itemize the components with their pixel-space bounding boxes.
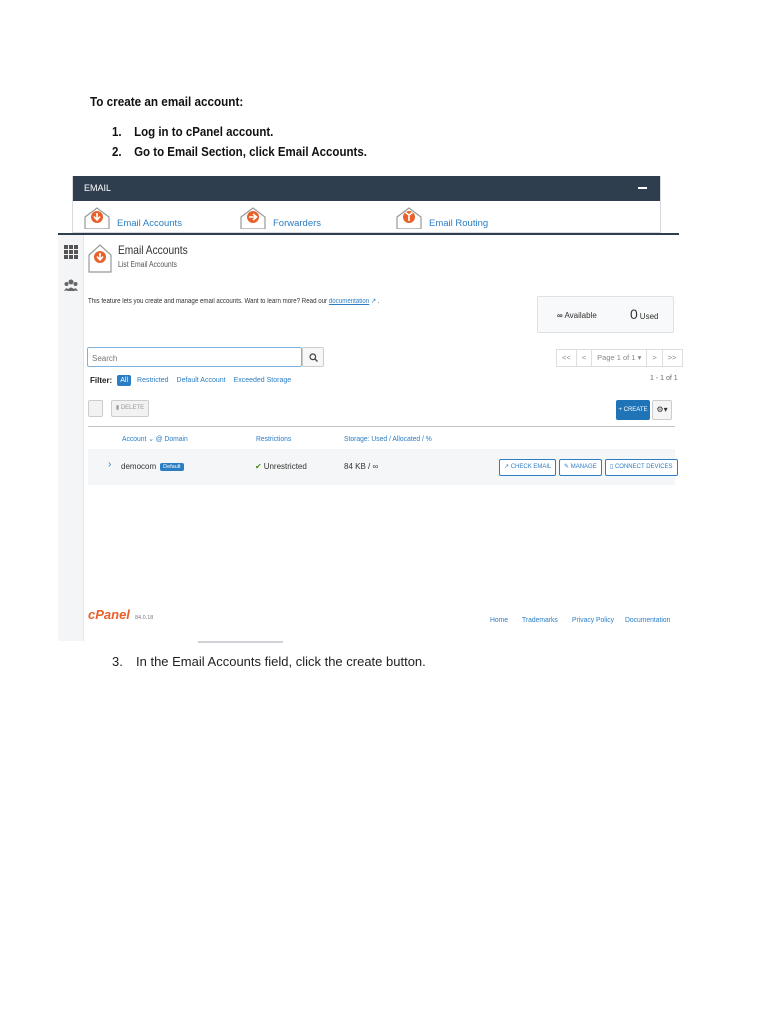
connect-devices-button[interactable]: ▯ CONNECT DEVICES bbox=[605, 459, 678, 476]
account-name: democom Default bbox=[121, 462, 184, 471]
tool-email-accounts[interactable]: Email Accounts bbox=[83, 207, 182, 229]
tool-label: Email Routing bbox=[429, 218, 489, 229]
cpanel-screenshot: Email Accounts List Email Accounts This … bbox=[58, 233, 683, 643]
pagination: << < Page 1 of 1 ▾ > >> bbox=[556, 349, 683, 367]
check-icon: ✔ bbox=[255, 462, 262, 471]
column-account[interactable]: Account ⌄ @ Domain bbox=[122, 434, 188, 443]
tool-label: Forwarders bbox=[273, 218, 322, 229]
available-stat: ∞ Available bbox=[557, 311, 597, 320]
default-badge: Default bbox=[160, 462, 184, 471]
external-link-icon: ↗ bbox=[369, 298, 377, 305]
forwarders-icon bbox=[240, 207, 266, 229]
filter-bar: Filter: All Restricted Default Account E… bbox=[90, 375, 299, 386]
search-field[interactable] bbox=[87, 347, 302, 368]
page-select[interactable]: Page 1 of 1 ▾ bbox=[591, 349, 648, 367]
storage-value: 84 KB / ∞ bbox=[344, 462, 379, 471]
tool-email-routing[interactable]: Email Routing bbox=[395, 207, 488, 229]
feature-description: This feature lets you create and manage … bbox=[88, 298, 380, 305]
wrench-icon: ✎ bbox=[564, 464, 571, 470]
expand-chevron-icon[interactable]: › bbox=[108, 459, 111, 470]
prev-page-button[interactable]: < bbox=[575, 349, 593, 367]
list-item: 2. Go to Email Section, click Email Accou… bbox=[112, 145, 367, 159]
email-accounts-icon bbox=[88, 244, 112, 273]
manage-button[interactable]: ✎ MANAGE bbox=[559, 459, 602, 476]
external-link-icon: ↗ bbox=[504, 464, 511, 470]
list-item: 1. Log in to cPanel account. bbox=[112, 125, 274, 139]
left-sidebar bbox=[58, 235, 84, 641]
users-icon[interactable] bbox=[64, 278, 78, 292]
column-restrictions[interactable]: Restrictions bbox=[256, 434, 291, 443]
restrictions-value: ✔ Unrestricted bbox=[255, 462, 307, 471]
table-row[interactable]: › democom Default ✔ Unrestricted 84 KB / ∞… bbox=[88, 449, 678, 485]
email-routing-icon bbox=[396, 207, 422, 229]
filter-restricted[interactable]: Restricted bbox=[137, 377, 169, 384]
last-page-button[interactable]: >> bbox=[661, 349, 683, 367]
results-count: 1 - 1 of 1 bbox=[650, 375, 678, 382]
footer-trademarks-link[interactable]: Trademarks bbox=[522, 615, 558, 624]
instruction-list: 1. Log in to cPanel account. 2. Go to Emai… bbox=[112, 122, 389, 162]
email-tools: Email Accounts Forwarders Email Routing bbox=[73, 201, 660, 232]
email-section-panel: EMAIL Email Accounts Forwarders Email Ro… bbox=[72, 176, 661, 233]
filter-label: Filter: bbox=[90, 376, 113, 385]
search-input[interactable] bbox=[88, 349, 284, 368]
settings-dropdown[interactable]: ⚙▾ bbox=[652, 400, 672, 420]
email-section-header[interactable]: EMAIL bbox=[73, 176, 660, 201]
page-subtitle: List Email Accounts bbox=[118, 260, 177, 269]
used-stat: 0 Used bbox=[630, 306, 659, 322]
tool-forwarders[interactable]: Forwarders bbox=[239, 207, 321, 229]
divider bbox=[198, 641, 283, 643]
grid-icon[interactable] bbox=[64, 245, 78, 259]
check-email-button[interactable]: ↗ CHECK EMAIL bbox=[499, 459, 557, 476]
page-header: Email Accounts List Email Accounts bbox=[88, 243, 200, 273]
stats-box: ∞ Available 0 Used bbox=[537, 296, 674, 333]
documentation-link[interactable]: documentation bbox=[329, 298, 369, 305]
tool-label: Email Accounts bbox=[117, 218, 182, 229]
filter-exceeded-storage[interactable]: Exceeded Storage bbox=[234, 377, 292, 384]
filter-all[interactable]: All bbox=[117, 375, 132, 386]
collapse-icon[interactable] bbox=[638, 187, 647, 189]
column-storage[interactable]: Storage: Used / Allocated / % bbox=[344, 434, 432, 443]
search-button[interactable] bbox=[302, 347, 324, 367]
email-accounts-icon bbox=[84, 207, 110, 229]
footer-home-link[interactable]: Home bbox=[490, 615, 508, 624]
step-3-text: 3. In the Email Accounts field, click the… bbox=[112, 654, 426, 669]
infinity-icon: ∞ bbox=[557, 311, 563, 320]
first-page-button[interactable]: << bbox=[556, 349, 577, 367]
delete-button[interactable]: ▮ DELETE bbox=[111, 400, 149, 417]
search-icon bbox=[308, 352, 318, 362]
version-label: 84.0.18 bbox=[135, 615, 154, 621]
footer-privacy-link[interactable]: Privacy Policy bbox=[572, 615, 614, 624]
footer-documentation-link[interactable]: Documentation bbox=[625, 615, 670, 624]
table-header: Account ⌄ @ Domain Restrictions Storage:… bbox=[88, 426, 675, 450]
main-content: Email Accounts List Email Accounts This … bbox=[84, 235, 683, 641]
create-button[interactable]: + CREATE bbox=[616, 400, 650, 420]
next-page-button[interactable]: > bbox=[646, 349, 663, 367]
email-section-title: EMAIL bbox=[84, 183, 112, 193]
filter-default-account[interactable]: Default Account bbox=[177, 377, 226, 384]
doc-heading: To create an email account: bbox=[90, 94, 244, 109]
select-all-checkbox[interactable] bbox=[88, 400, 103, 417]
page-title: Email Accounts bbox=[118, 243, 188, 257]
footer: cPanel 84.0.18 Home Trademarks Privacy P… bbox=[88, 607, 675, 627]
cpanel-logo[interactable]: cPanel bbox=[88, 607, 130, 622]
